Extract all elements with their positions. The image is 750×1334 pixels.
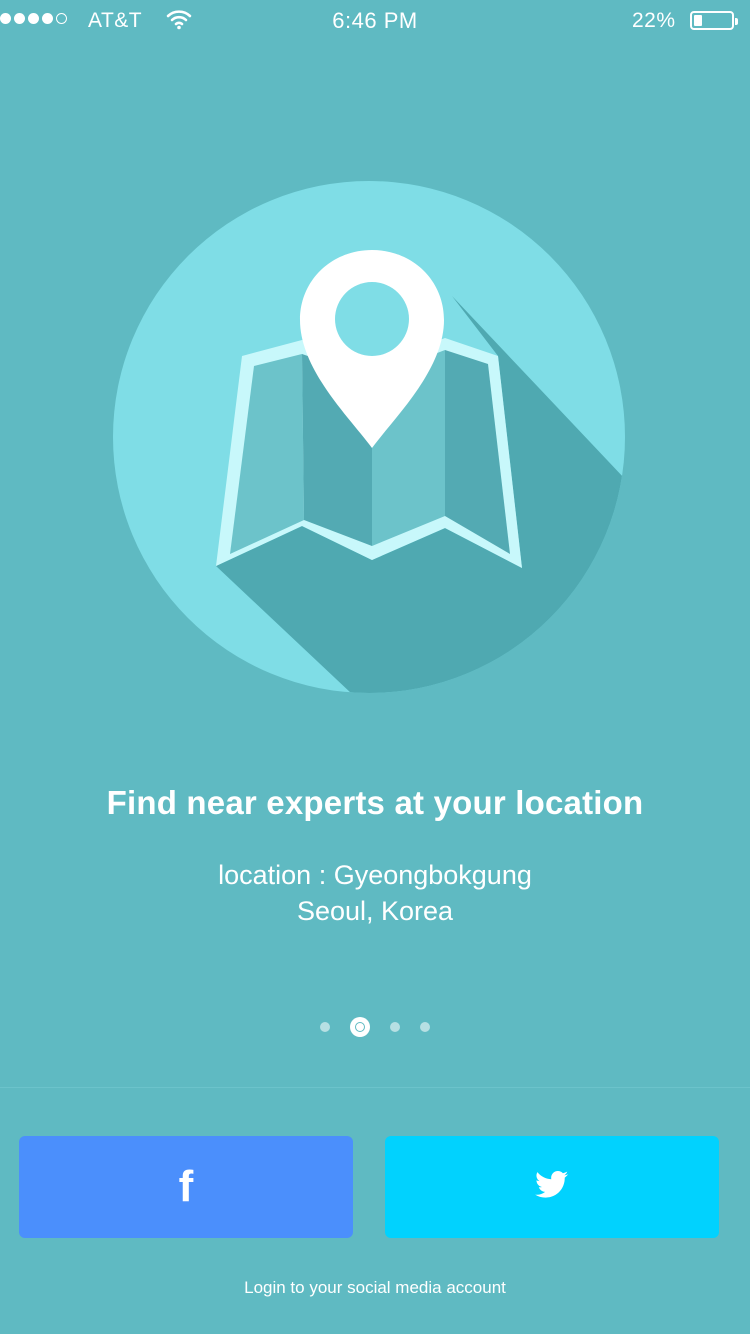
onboarding-headline: Find near experts at your location: [106, 784, 644, 821]
map-location-illustration: [112, 180, 626, 694]
page-dot[interactable]: [390, 1022, 400, 1032]
twitter-login-button[interactable]: [385, 1136, 719, 1238]
divider: [0, 1087, 750, 1088]
page-indicator: [0, 1016, 750, 1038]
login-hint: Login to your social media account: [244, 1278, 506, 1297]
twitter-icon: [535, 1170, 569, 1204]
facebook-login-button[interactable]: f: [19, 1136, 353, 1238]
city-line: Seoul, Korea: [296, 896, 454, 926]
battery-percentage: 22%: [632, 9, 676, 32]
status-bar: AT&T 6:46 PM 22%: [0, 0, 750, 42]
battery-level-fill: [694, 15, 702, 26]
battery-icon: [690, 11, 738, 30]
page-dot-active[interactable]: [350, 1017, 370, 1037]
page-dot[interactable]: [320, 1022, 330, 1032]
facebook-icon: f: [178, 1162, 194, 1211]
location-line: location : Gyeongbokgung: [218, 860, 532, 890]
location-description: location : Gyeongbokgung Seoul, Korea: [0, 857, 750, 929]
map-location-pin-icon: [113, 181, 625, 693]
page-dot[interactable]: [420, 1022, 430, 1032]
